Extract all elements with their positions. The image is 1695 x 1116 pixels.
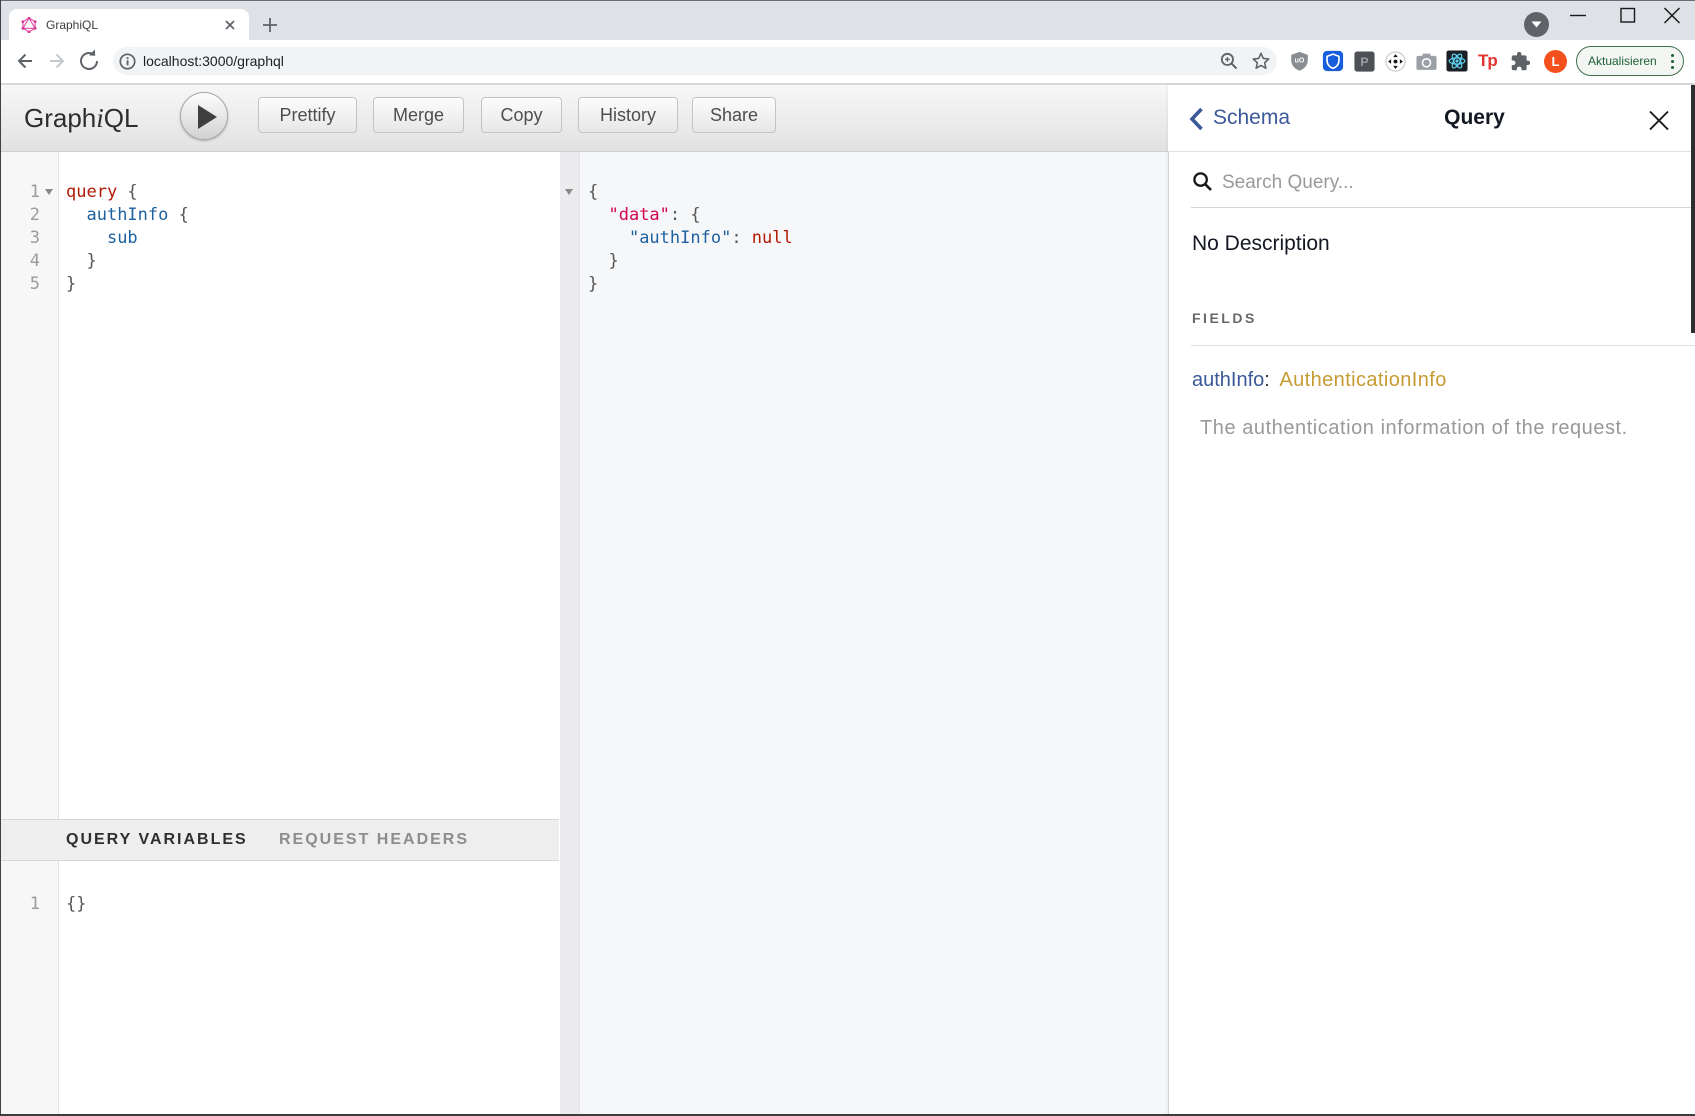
doc-search-input[interactable]	[1222, 165, 1602, 201]
tab-title: GraphiQL	[46, 18, 98, 32]
merge-button[interactable]: Merge	[373, 97, 464, 133]
code-line: query {	[66, 181, 189, 204]
window-maximize-button[interactable]	[1612, 4, 1644, 36]
window-border-left	[0, 0, 1, 1116]
doc-scrollbar-thumb[interactable]	[1691, 85, 1695, 333]
chrome-update-button[interactable]: Aktualisieren	[1576, 46, 1684, 76]
doc-field-name-link[interactable]: authInfo	[1192, 369, 1264, 391]
doc-type-description: No Description	[1192, 230, 1330, 258]
prettify-button[interactable]: Prettify	[258, 97, 357, 133]
camera-extension-icon[interactable]	[1416, 52, 1437, 76]
variables-editor-code[interactable]: {}	[66, 893, 86, 916]
share-button[interactable]: Share	[692, 97, 776, 133]
bitwarden-extension-icon[interactable]	[1322, 50, 1344, 77]
bookmark-star-icon[interactable]	[1250, 50, 1272, 77]
execute-query-button[interactable]	[180, 92, 228, 140]
result-viewer-code: { "data": { "authInfo": null }}	[588, 181, 793, 296]
code-line: "data": {	[588, 204, 793, 227]
doc-back-chevron-icon[interactable]	[1188, 85, 1204, 151]
move-cross-extension-icon[interactable]	[1385, 51, 1406, 77]
graphql-favicon-icon	[21, 17, 37, 38]
tp-extension-icon[interactable]: Tp	[1478, 51, 1497, 71]
p-extension-icon[interactable]: P	[1354, 51, 1375, 77]
extensions-puzzle-icon[interactable]	[1510, 51, 1531, 77]
code-line: {}	[66, 893, 86, 916]
back-button-icon[interactable]	[8, 44, 42, 78]
zoom-indicator-icon[interactable]	[1219, 51, 1240, 77]
site-info-icon[interactable]	[119, 53, 136, 75]
result-fold-arrow-icon[interactable]	[565, 189, 573, 195]
doc-search-divider	[1191, 207, 1695, 208]
query-editor-code[interactable]: query { authInfo { sub }}	[66, 181, 189, 296]
window-close-button[interactable]	[1656, 4, 1688, 36]
code-line: authInfo {	[66, 204, 189, 227]
browser-tab-strip	[0, 0, 1695, 40]
graphiql-logo: GraphiQL	[24, 85, 138, 151]
history-button[interactable]: History	[578, 97, 678, 133]
tab-query-variables[interactable]: QUERY VARIABLES	[66, 820, 248, 860]
doc-field-row: authInfo: AuthenticationInfo	[1192, 367, 1447, 393]
svg-text:uO: uO	[1295, 57, 1305, 64]
doc-search-icon	[1192, 171, 1214, 198]
secondary-editor-tabs: QUERY VARIABLES REQUEST HEADERS	[0, 819, 559, 861]
doc-field-description: The authentication information of the re…	[1200, 415, 1628, 441]
doc-back-link[interactable]: Schema	[1213, 85, 1290, 151]
code-line: }	[588, 273, 793, 296]
code-line: }	[66, 273, 189, 296]
address-bar[interactable]	[113, 47, 1277, 75]
doc-close-icon[interactable]	[1649, 110, 1669, 130]
window-minimize-button[interactable]	[1562, 4, 1594, 36]
code-line: }	[66, 250, 189, 273]
doc-fields-divider	[1191, 345, 1695, 346]
react-devtools-extension-icon[interactable]	[1446, 50, 1468, 77]
code-line: "authInfo": null	[588, 227, 793, 250]
url-text[interactable]: localhost:3000/graphql	[143, 40, 284, 83]
result-viewer	[560, 152, 1168, 1116]
code-line: sub	[66, 227, 189, 250]
copy-button[interactable]: Copy	[481, 97, 562, 133]
ublock-extension-icon[interactable]: uO	[1289, 50, 1310, 77]
code-line: }	[588, 250, 793, 273]
code-line: {	[588, 181, 793, 204]
chrome-update-label: Aktualisieren	[1588, 47, 1657, 75]
tab-request-headers[interactable]: REQUEST HEADERS	[279, 820, 469, 860]
browser-tab[interactable]	[9, 9, 249, 40]
tab-close-icon[interactable]	[221, 16, 239, 34]
profile-avatar[interactable]: L	[1544, 50, 1567, 73]
window-border-top	[0, 0, 1695, 1]
doc-field-type-link[interactable]: AuthenticationInfo	[1279, 369, 1446, 391]
reload-button-icon[interactable]	[72, 44, 106, 78]
result-fold-gutter	[560, 152, 580, 1116]
fold-arrow-icon[interactable]	[45, 189, 53, 195]
tab-search-caret-icon[interactable]	[1524, 12, 1549, 37]
variables-editor-line-numbers: 1	[0, 893, 40, 916]
browser-menu-kebab-icon[interactable]	[1671, 54, 1675, 69]
query-editor-line-numbers: 1 2 3 4 5	[0, 181, 40, 296]
forward-button-icon[interactable]	[40, 44, 74, 78]
svg-text:P: P	[1360, 55, 1368, 69]
new-tab-button[interactable]	[256, 11, 284, 39]
doc-fields-section-label: FIELDS	[1192, 309, 1257, 327]
play-icon	[198, 105, 217, 129]
